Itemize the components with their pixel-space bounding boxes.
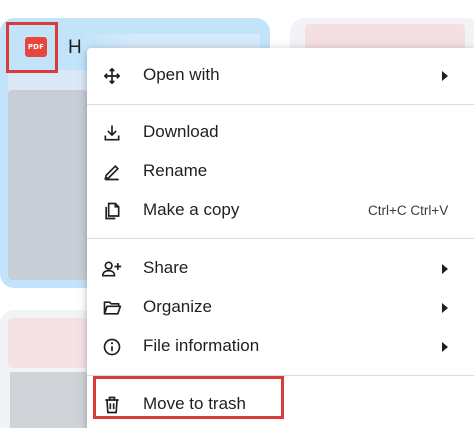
menu-item-open-with[interactable]: Open with [87,56,474,94]
context-menu: Open with Download Rename Make a copy Ct… [87,48,474,428]
open-with-move-icon [101,65,123,87]
menu-item-move-to-trash[interactable]: Move to trash [87,385,474,423]
folder-open-icon [101,297,123,319]
menu-label-move-to-trash: Move to trash [143,394,246,413]
menu-divider [87,238,474,239]
file-thumbnail-preview [8,90,88,280]
submenu-arrow-icon [442,264,448,274]
menu-label-file-information: File information [143,336,260,355]
menu-label-share: Share [143,258,189,277]
file-card-bottom-header [8,318,88,368]
file-card-right-header [305,24,465,50]
menu-item-file-information[interactable]: File information [87,327,474,365]
edit-pencil-icon [101,161,123,183]
menu-divider [87,104,474,105]
menu-item-download[interactable]: Download [87,113,474,151]
info-icon [101,336,123,358]
menu-label-open-with: Open with [143,65,220,84]
submenu-arrow-icon [442,303,448,313]
menu-divider [87,375,474,376]
submenu-arrow-icon [442,71,448,81]
copy-icon [101,200,123,222]
menu-label-make-a-copy: Make a copy [143,200,240,219]
menu-item-rename[interactable]: Rename [87,152,474,190]
trash-icon [101,394,123,416]
menu-item-make-a-copy[interactable]: Make a copy Ctrl+C Ctrl+V [87,191,474,229]
submenu-arrow-icon [442,342,448,352]
person-add-icon [101,258,123,280]
menu-item-share[interactable]: Share [87,249,474,287]
menu-label-download: Download [143,122,219,141]
menu-item-organize[interactable]: Organize [87,288,474,326]
keyboard-shortcut: Ctrl+C Ctrl+V [368,202,449,218]
menu-label-rename: Rename [143,161,208,180]
pdf-file-icon: PDF [25,37,47,57]
download-icon [101,122,123,144]
menu-label-organize: Organize [143,297,212,316]
